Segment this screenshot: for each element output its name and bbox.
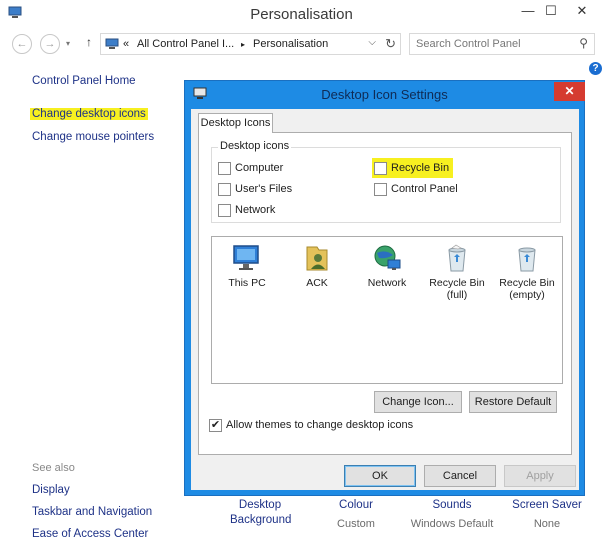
network-checkbox[interactable]: Network [218,202,275,218]
dialog-close-button[interactable]: ✕ [554,82,585,101]
desktop-icon-list[interactable]: This PC ACK Network Recycle Bin (full) R… [211,236,563,384]
ease-of-access-link[interactable]: Ease of Access Center [32,528,148,540]
group-title: Desktop icons [218,140,292,152]
breadcrumb-all-control-panel[interactable]: All Control Panel I... [137,38,234,50]
close-window-button[interactable]: ✕ [569,2,595,20]
user-folder-icon [306,246,328,271]
window-title: Personalisation [250,6,353,23]
help-icon[interactable]: ? [589,62,602,75]
maximize-button[interactable]: ☐ [538,2,564,20]
ok-button[interactable]: OK [344,465,416,487]
tab-desktop-icons[interactable]: Desktop Icons [198,113,273,133]
icon-label: Recycle Bin (empty) [499,277,555,301]
control-panel-home-link[interactable]: Control Panel Home [32,75,136,87]
recycle-bin-full-icon [448,244,466,272]
recycle-bin-full-item[interactable]: Recycle Bin (full) [426,243,488,301]
apply-button[interactable]: Apply [504,465,576,487]
cancel-button[interactable]: Cancel [424,465,496,487]
icon-label: ACK [306,277,328,289]
ack-item[interactable]: ACK [286,243,348,289]
address-bar[interactable]: « All Control Panel I... ▸ Personalisati… [100,33,401,55]
this-pc-item[interactable]: This PC [216,243,278,289]
control-panel-checkbox[interactable]: Control Panel [374,181,458,197]
screen-saver-value: None [533,518,561,530]
checkbox-label: User's Files [235,183,293,195]
taskbar-navigation-link[interactable]: Taskbar and Navigation [32,506,152,518]
forward-button[interactable]: → [40,34,60,54]
see-also-heading: See also [32,462,75,474]
users-files-checkbox[interactable]: User's Files [218,181,292,197]
control-panel-icon [105,38,119,49]
computer-icon [233,245,259,270]
address-dropdown-icon[interactable]: ⌵ [368,37,376,48]
icon-label: Recycle Bin (full) [429,277,485,301]
navigation-bar: ← → ▾ ↑ « All Control Panel I... ▸ Perso… [0,31,603,57]
change-desktop-icons-link[interactable]: Change desktop icons [30,108,148,120]
network-icon [374,245,401,270]
checkbox-label: Allow themes to change desktop icons [226,419,414,431]
colour-value: Custom [337,518,375,530]
dialog-body: Desktop Icons Desktop icons Computer Use… [191,109,579,490]
checkbox-label: Computer [235,162,284,174]
up-button[interactable]: ↑ [86,35,92,49]
breadcrumb-personalisation[interactable]: Personalisation [253,38,328,50]
desktop-icon-settings-dialog: Desktop Icon Settings ✕ Desktop Icons De… [184,80,585,496]
recycle-bin-checkbox[interactable]: Recycle Bin [372,158,454,178]
change-mouse-pointers-link[interactable]: Change mouse pointers [32,131,154,143]
back-button[interactable]: ← [12,34,32,54]
recent-locations-button[interactable]: ▾ [66,39,70,48]
title-bar: Personalisation — ☐ ✕ [0,0,603,28]
checkbox-box[interactable]: ✔ [209,418,222,432]
network-item[interactable]: Network [356,243,418,289]
checkbox-box[interactable] [218,182,231,196]
checkbox-label: Control Panel [391,183,458,195]
display-link[interactable]: Display [32,484,70,496]
screen-saver-link[interactable]: Screen Saver [507,499,587,511]
checkbox-label: Network [235,204,276,216]
allow-themes-checkbox[interactable]: ✔ Allow themes to change desktop icons [209,417,413,433]
icon-label: This PC [228,277,266,289]
change-icon-button[interactable]: Change Icon... [374,391,462,413]
search-box[interactable]: Search Control Panel ⚲ [409,33,595,55]
restore-default-button[interactable]: Restore Default [469,391,557,413]
desktop-background-label-2: Background [230,514,292,526]
colour-link[interactable]: Colour [326,499,386,511]
sounds-value: Windows Default [410,518,494,530]
checkbox-label: Recycle Bin [391,162,450,174]
recycle-bin-empty-item[interactable]: Recycle Bin (empty) [496,243,558,301]
breadcrumb-separator[interactable]: ▸ [241,40,245,49]
checkbox-box[interactable] [374,182,387,196]
icon-label: Network [367,277,407,289]
breadcrumb-overflow[interactable]: « [123,38,129,50]
sounds-link[interactable]: Sounds [412,499,492,511]
checkbox-box[interactable] [218,161,231,175]
recycle-bin-empty-icon [518,247,536,272]
dialog-title: Desktop Icon Settings [321,87,448,102]
refresh-icon[interactable]: ↻ [385,36,396,52]
desktop-icons-tab-panel: Desktop icons Computer User's Files Netw… [198,132,572,455]
desktop-icons-group: Desktop icons Computer User's Files Netw… [211,140,561,223]
checkbox-box[interactable] [374,161,387,175]
search-placeholder: Search Control Panel [416,38,521,50]
change-desktop-icons-label: Change desktop icons [30,108,148,120]
search-icon[interactable]: ⚲ [579,36,588,50]
desktop-background-label-1: Desktop [238,499,282,511]
checkbox-box[interactable] [218,203,231,217]
personalisation-window: Personalisation — ☐ ✕ ← → ▾ ↑ « All Cont… [0,0,603,540]
computer-checkbox[interactable]: Computer [218,160,283,176]
desktop-background-link[interactable]: Desktop Background [230,499,292,526]
